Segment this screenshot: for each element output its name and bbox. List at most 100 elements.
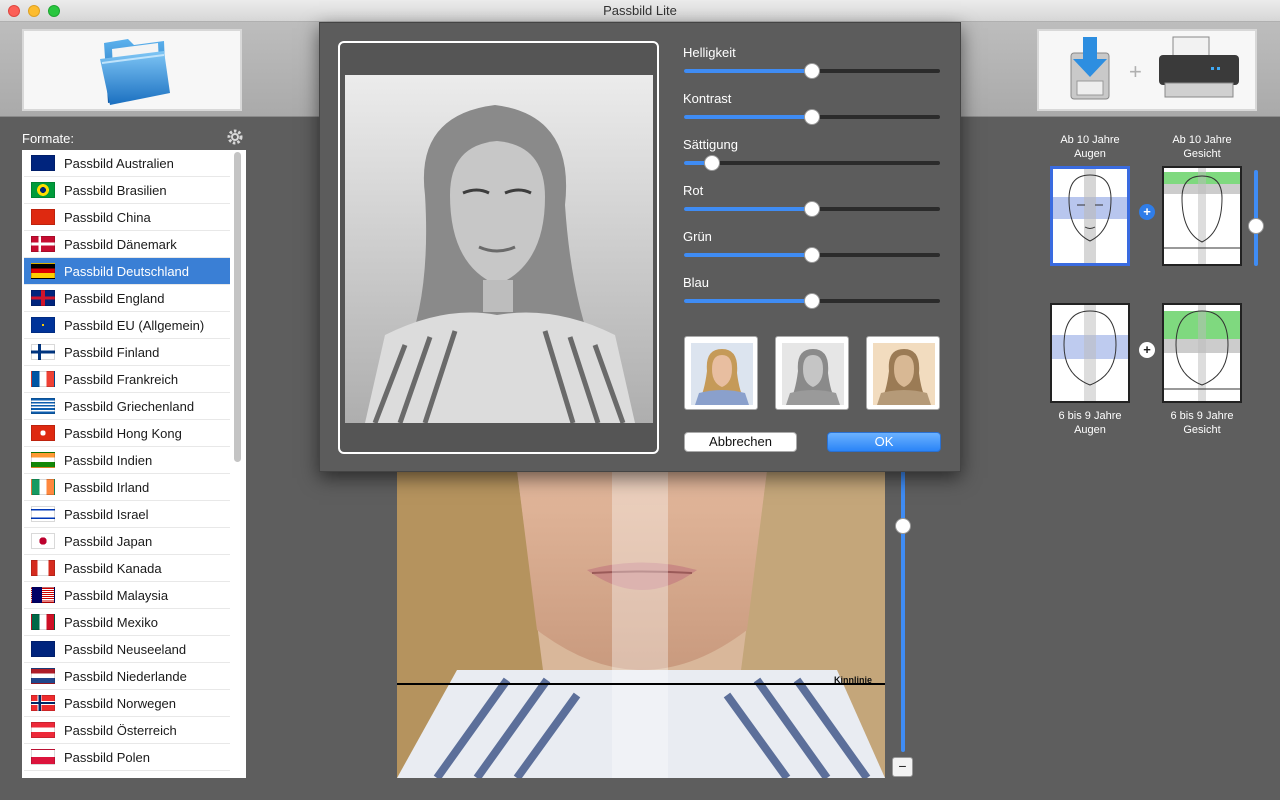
slider-label: Sättigung — [683, 137, 738, 152]
format-list-item[interactable]: Passbild England — [24, 285, 230, 312]
gr-flag-icon — [31, 398, 55, 414]
format-list-item[interactable]: Passbild Irland — [24, 474, 230, 501]
gb-flag-icon — [31, 290, 55, 306]
folder-icon — [100, 39, 170, 105]
zoom-slider-track[interactable] — [901, 470, 905, 752]
adjustment-slider[interactable] — [684, 109, 940, 125]
grayscale-preset-thumbnail — [782, 343, 844, 405]
in-flag-icon — [31, 452, 55, 468]
open-file-button[interactable] — [22, 29, 242, 111]
chin-line-label: Kinnlinie — [834, 675, 872, 685]
preset-color-button[interactable] — [684, 336, 758, 410]
ok-button[interactable]: OK — [827, 432, 941, 452]
slider-knob[interactable] — [804, 247, 820, 263]
format-list-item[interactable]: Passbild Österreich — [24, 717, 230, 744]
at-flag-icon — [31, 722, 55, 738]
guide-slider-knob[interactable] — [1248, 218, 1264, 234]
au-flag-icon — [31, 155, 55, 171]
format-list-item[interactable]: Passbild Norwegen — [24, 690, 230, 717]
format-list-item[interactable]: Passbild Australien — [24, 150, 230, 177]
format-list-item[interactable]: Passbild Frankreich — [24, 366, 230, 393]
format-list-item-label: Passbild Kanada — [64, 560, 162, 576]
preset-sepia-button[interactable] — [866, 336, 940, 410]
slider-knob[interactable] — [804, 293, 820, 309]
format-list-item[interactable]: Passbild Hong Kong — [24, 420, 230, 447]
format-list-item-label: Passbild Griechenland — [64, 398, 195, 414]
slider-fill — [684, 115, 812, 119]
format-list-item[interactable]: Passbild EU (Allgemein) — [24, 312, 230, 339]
main-photo[interactable]: Kinnlinie — [397, 470, 885, 778]
preset-grayscale-button[interactable] — [775, 336, 849, 410]
slider-knob[interactable] — [704, 155, 721, 171]
format-list-item-label: Passbild Deutschland — [64, 263, 190, 279]
no-flag-icon — [31, 695, 55, 711]
format-list-item[interactable]: Passbild Kanada — [24, 555, 230, 582]
format-list-item[interactable]: Passbild Polen — [24, 744, 230, 771]
guide-child-face[interactable] — [1162, 303, 1242, 403]
portrait-image — [397, 470, 885, 778]
slider-knob[interactable] — [804, 63, 820, 79]
slider-knob[interactable] — [804, 109, 820, 125]
gear-icon[interactable] — [226, 128, 244, 146]
slider-fill — [684, 69, 812, 73]
adjustment-slider[interactable] — [684, 201, 940, 217]
guide-child-eyes[interactable] — [1050, 303, 1130, 403]
adjustment-slider[interactable] — [684, 247, 940, 263]
save-print-icon: + — [1070, 36, 1239, 100]
br-flag-icon — [31, 182, 55, 198]
guide-caption-child-eyes: 6 bis 9 Jahre Augen — [1040, 409, 1140, 437]
guide-caption-line: Ab 10 Jahre — [1060, 134, 1120, 146]
adjustment-slider[interactable] — [684, 155, 940, 171]
format-list-item-label: Passbild Finland — [64, 344, 160, 360]
il-flag-icon — [31, 506, 55, 522]
format-list-item[interactable]: Passbild Deutschland — [24, 258, 230, 285]
ie-flag-icon — [31, 479, 55, 495]
format-list-item[interactable]: Passbild Dänemark — [24, 231, 230, 258]
format-list[interactable]: Passbild Australien Passbild Brasilien Pas… — [22, 150, 246, 778]
jp-flag-icon — [31, 533, 55, 549]
window-title: Passbild Lite — [603, 3, 677, 18]
list-scrollbar[interactable] — [234, 152, 241, 462]
cancel-button[interactable]: Abbrechen — [684, 432, 797, 452]
format-list-item-label: Passbild Österreich — [64, 722, 177, 738]
color-preset-thumbnail — [691, 343, 753, 405]
hk-flag-icon — [31, 425, 55, 441]
dk-flag-icon — [31, 236, 55, 252]
guide-caption-child-face: 6 bis 9 Jahre Gesicht — [1152, 409, 1252, 437]
guide-adult-face[interactable] — [1162, 166, 1242, 266]
adjustment-slider[interactable] — [684, 63, 940, 79]
format-list-item[interactable]: Passbild Neuseeland — [24, 636, 230, 663]
zoom-slider-knob[interactable] — [895, 518, 911, 534]
app-window: Passbild Lite + Formate: Passbild Austra… — [0, 0, 1280, 800]
format-list-item[interactable]: Passbild Indien — [24, 447, 230, 474]
format-list-item[interactable]: Passbild Niederlande — [24, 663, 230, 690]
format-list-item-label: Passbild Malaysia — [64, 587, 169, 603]
format-list-item[interactable]: Passbild Japan — [24, 528, 230, 555]
guide-caption-line: 6 bis 9 Jahre — [1058, 410, 1122, 422]
nl-flag-icon — [31, 668, 55, 684]
save-print-button[interactable]: + — [1037, 29, 1257, 111]
format-list-item[interactable]: Passbild Israel — [24, 501, 230, 528]
format-list-item[interactable]: Passbild Malaysia — [24, 582, 230, 609]
adjustment-slider[interactable] — [684, 293, 940, 309]
format-list-item[interactable]: Passbild Mexiko — [24, 609, 230, 636]
fr-flag-icon — [31, 371, 55, 387]
format-list-item[interactable]: Passbild China — [24, 204, 230, 231]
guide-caption-adult-face: Ab 10 Jahre Gesicht — [1152, 133, 1252, 161]
format-list-item[interactable]: Passbild Griechenland — [24, 393, 230, 420]
guide-adult-eyes[interactable] — [1050, 166, 1130, 266]
slider-label: Grün — [683, 229, 712, 244]
slider-fill — [684, 207, 812, 211]
slider-knob[interactable] — [804, 201, 820, 217]
format-list-item-label: Passbild Indien — [64, 452, 153, 468]
zoom-out-button[interactable]: − — [892, 757, 913, 777]
format-list-item[interactable]: Passbild Finland — [24, 339, 230, 366]
slider-fill — [684, 299, 812, 303]
de-flag-icon — [31, 263, 55, 279]
adjustments-dialog: Abbrechen OK Helligkeit Kontrast Sättigung… — [319, 22, 961, 472]
format-list-item-label: Passbild Dänemark — [64, 236, 177, 252]
format-list-item[interactable]: Passbild Brasilien — [24, 177, 230, 204]
nz-flag-icon — [31, 641, 55, 657]
format-list-item-label: Passbild Israel — [64, 506, 149, 522]
slider-label: Rot — [683, 183, 704, 198]
